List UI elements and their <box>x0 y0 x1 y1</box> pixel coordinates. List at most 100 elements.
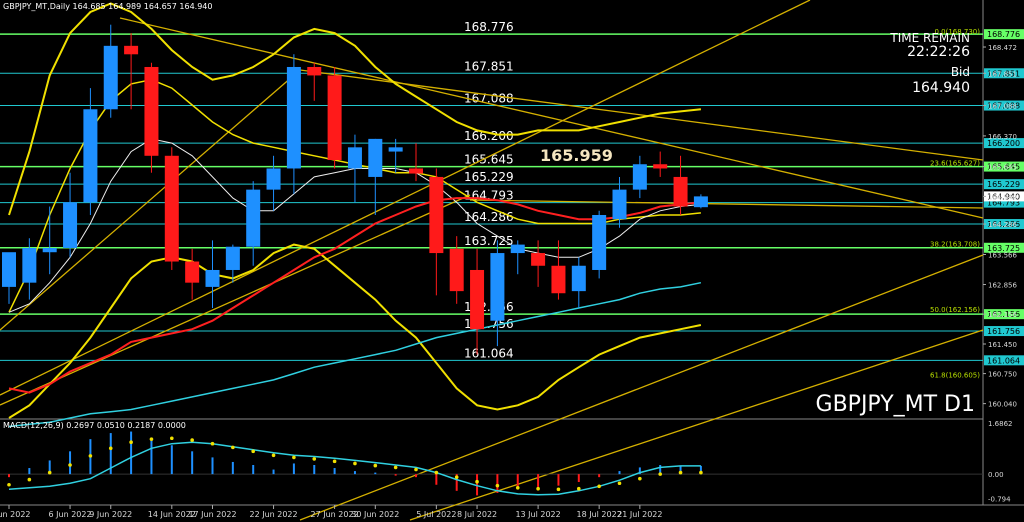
candle-body-15 <box>307 66 322 76</box>
candle-body-23 <box>470 269 485 330</box>
candle-body-33 <box>673 176 688 207</box>
candle-body-20 <box>409 168 423 174</box>
candle-body-14 <box>286 66 301 169</box>
x-tick-label-1: 6 Jun 2022 <box>49 510 92 519</box>
x-tick-label-9: 8 Jul 2022 <box>457 510 497 519</box>
symbol-watermark: GBPJPY_MT D1 <box>816 392 975 417</box>
candle-body-29 <box>592 215 607 270</box>
y-tick-label-11: 160.750 <box>988 371 1017 379</box>
fib-label-3: 50.0(162.156) <box>930 306 980 314</box>
candle-body-11 <box>225 246 240 270</box>
candle-body-24 <box>490 253 505 321</box>
candle-body-2 <box>42 247 57 253</box>
candle-body-16 <box>327 75 342 161</box>
candle-body-7 <box>144 66 159 156</box>
candle-body-17 <box>347 147 362 169</box>
x-tick-label-11: 18 Jul 2022 <box>577 510 622 519</box>
macd-signal-dot-27 <box>556 487 561 492</box>
x-tick-label-7: 30 Jun 2022 <box>351 510 399 519</box>
y-tick-label-8: 162.856 <box>988 282 1017 290</box>
y-tick-label-3: 166.370 <box>988 133 1017 141</box>
fib-label-1: 23.6(165.627) <box>930 159 980 167</box>
macd-signal-dot-13 <box>271 453 276 458</box>
y-tick-label-7: 163.566 <box>988 252 1017 260</box>
macd-tick-label-1: 0.00 <box>988 471 1004 479</box>
level-label-3: 166.200 <box>464 129 514 143</box>
macd-signal-dot-30 <box>617 481 622 486</box>
macd-signal-dot-29 <box>597 484 601 489</box>
macd-signal-dot-6 <box>129 440 133 444</box>
candle-body-22 <box>449 248 464 292</box>
macd-signal-dot-28 <box>577 486 581 491</box>
bid-value: 164.940 <box>912 80 970 96</box>
macd-signal-dot-10 <box>210 441 215 446</box>
fib-label-4: 61.8(160.605) <box>930 372 980 380</box>
macd-signal-dot-33 <box>678 470 683 475</box>
y-tick-label-5: 164.940 <box>988 193 1017 201</box>
x-tick-label-0: 1 Jun 2022 <box>0 510 31 519</box>
candle-body-13 <box>266 168 281 190</box>
macd-signal-dot-24 <box>495 483 500 488</box>
candle-body-9 <box>185 261 200 283</box>
level-tag-0: 168.776 <box>987 30 1020 39</box>
macd-signal-dot-15 <box>312 457 317 461</box>
level-tag-10: 161.756 <box>987 327 1020 336</box>
macd-tick-label-2: -0.794 <box>988 495 1011 503</box>
candle-body-26 <box>531 253 546 266</box>
time-remain-label: TIME REMAIN <box>889 31 970 45</box>
highlight-value: 165.959 <box>540 146 613 165</box>
x-tick-label-4: 17 Jun 2022 <box>188 510 236 519</box>
candle-body-4 <box>83 109 98 203</box>
candle-body-21 <box>429 176 444 254</box>
y-tick-label-0: 168.472 <box>988 44 1017 52</box>
macd-signal-dot-22 <box>454 475 459 479</box>
candle-body-32 <box>653 164 668 169</box>
x-tick-label-2: 9 Jun 2022 <box>89 510 132 519</box>
time-remain-value: 22:22:26 <box>907 44 970 60</box>
level-tag-5: 165.229 <box>987 180 1020 189</box>
bid-label: Bid <box>951 65 970 79</box>
macd-signal-dot-2 <box>47 470 52 475</box>
macd-signal-dot-18 <box>373 463 378 468</box>
macd-signal-dot-25 <box>515 485 520 490</box>
y-tick-label-2: 167.088 <box>988 103 1017 111</box>
x-tick-label-10: 13 Jul 2022 <box>515 510 560 519</box>
fib-label-2: 38.2(163.708) <box>930 240 980 248</box>
candle-body-30 <box>612 189 627 220</box>
level-label-1: 167.851 <box>464 59 514 73</box>
candle-body-28 <box>571 265 586 292</box>
candle-body-1 <box>22 247 37 283</box>
candle-body-3 <box>63 202 78 248</box>
level-tag-11: 161.064 <box>987 356 1020 365</box>
macd-signal-dot-9 <box>190 438 194 442</box>
macd-signal-dot-19 <box>393 465 398 470</box>
y-tick-label-9: 162.156 <box>988 311 1017 319</box>
macd-signal-dot-4 <box>88 454 93 458</box>
candle-body-0 <box>2 252 16 287</box>
level-label-8: 163.725 <box>464 234 514 248</box>
y-tick-label-4: 165.645 <box>988 164 1017 172</box>
header-info: GBPJPY_MT,Daily 164.685 164.989 164.657 … <box>3 2 212 11</box>
macd-signal-dot-11 <box>231 445 235 450</box>
macd-signal-dot-17 <box>353 461 357 466</box>
macd-signal-dot-16 <box>332 459 337 464</box>
macd-signal-dot-0 <box>7 482 11 487</box>
candle-body-34 <box>693 196 708 208</box>
candle-body-31 <box>632 164 647 190</box>
level-label-5: 165.229 <box>464 170 514 184</box>
macd-signal-dot-32 <box>658 472 662 476</box>
macd-signal-dot-23 <box>475 479 479 484</box>
macd-signal-dot-26 <box>536 486 540 491</box>
candle-body-18 <box>368 138 383 177</box>
level-label-11: 161.064 <box>464 346 514 360</box>
candle-body-5 <box>103 45 118 110</box>
macd-signal-dot-21 <box>434 470 439 475</box>
x-tick-label-12: 21 Jul 2022 <box>617 510 662 519</box>
x-tick-label-5: 22 Jun 2022 <box>249 510 297 519</box>
y-tick-label-12: 160.040 <box>988 401 1017 409</box>
candle-body-6 <box>124 45 139 55</box>
x-tick-label-8: 5 Jul 2022 <box>416 510 456 519</box>
candle-body-27 <box>551 265 566 294</box>
macd-signal-dot-3 <box>68 463 72 467</box>
macd-signal-dot-1 <box>27 477 32 482</box>
